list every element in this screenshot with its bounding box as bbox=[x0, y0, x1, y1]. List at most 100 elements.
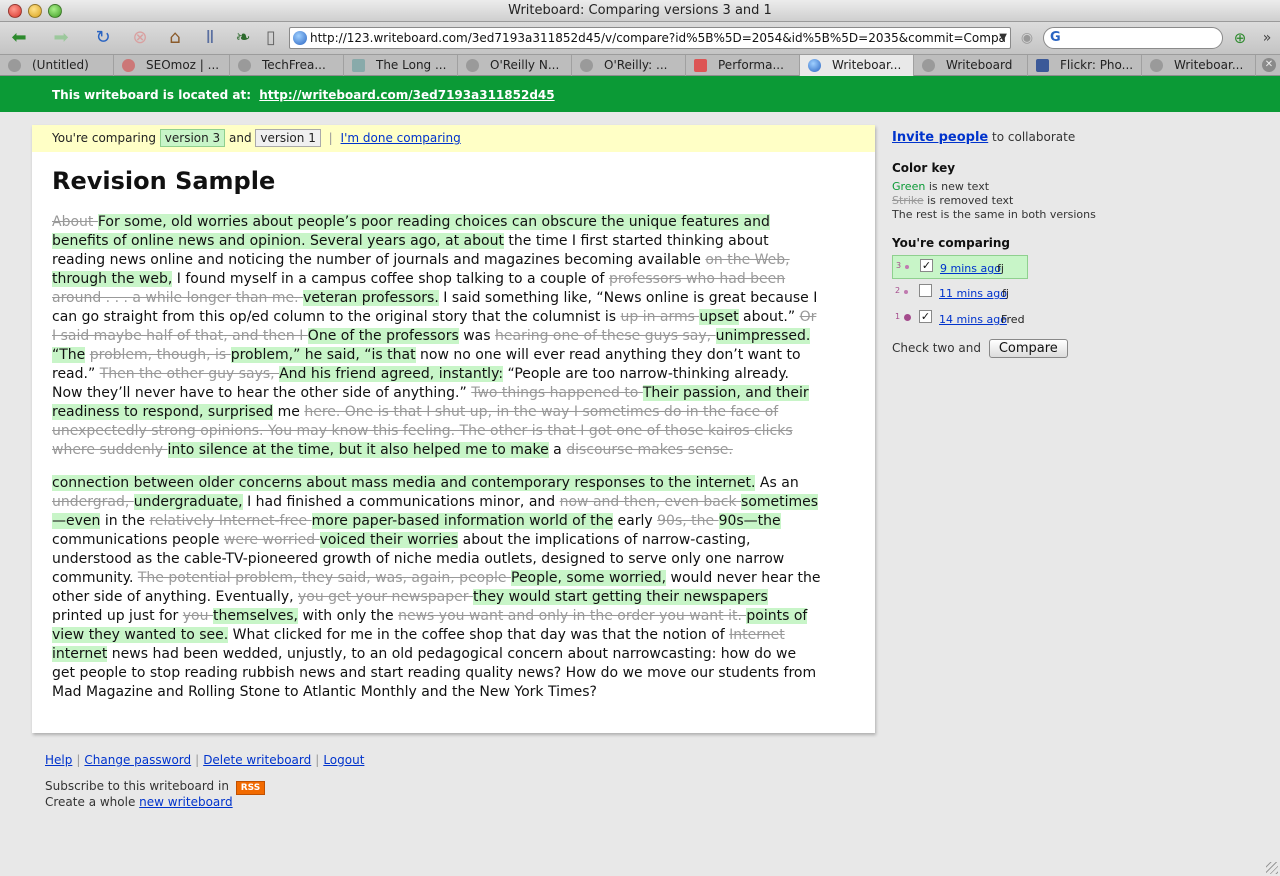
forward-arrow-icon[interactable]: ➡ bbox=[48, 26, 74, 50]
main-panel: You're comparing version 3 and version 1… bbox=[32, 125, 875, 733]
go-back-circle-icon[interactable]: ◉ bbox=[1014, 26, 1040, 50]
globe-icon bbox=[808, 59, 821, 72]
globe-icon bbox=[922, 59, 935, 72]
inserted-text: One of the professors bbox=[307, 328, 459, 344]
removed-text: Then the other guy says, bbox=[99, 366, 280, 382]
removed-text: problem, though, is bbox=[89, 347, 231, 363]
inserted-text: 90s—the bbox=[718, 513, 781, 529]
done-comparing-link[interactable]: I'm done comparing bbox=[341, 131, 461, 145]
removed-text: undergrad, bbox=[52, 494, 134, 510]
version-row: 1 ✓ 14 mins ago Fred bbox=[895, 310, 1025, 326]
removed-text: now and then, even back bbox=[559, 494, 742, 510]
color-key-same: The rest is the same in both versions bbox=[892, 208, 1096, 221]
tab-item[interactable]: O'Reilly N... bbox=[458, 55, 572, 76]
removed-text: relatively Internet-free bbox=[149, 513, 312, 529]
inserted-text: internet bbox=[52, 646, 108, 662]
google-icon[interactable]: G bbox=[1050, 30, 1061, 45]
invite-people-link[interactable]: Invite people bbox=[892, 130, 988, 145]
color-key-green: Green is new text bbox=[892, 180, 990, 193]
new-writeboard-link[interactable]: new writeboard bbox=[139, 795, 232, 809]
resize-grip-icon[interactable] bbox=[1266, 862, 1278, 874]
writeboard-url-link[interactable]: http://writeboard.com/3ed7193a311852d45 bbox=[259, 88, 554, 102]
search-input[interactable]: G bbox=[1043, 27, 1223, 49]
inserted-text: upset bbox=[699, 309, 739, 325]
version-old-badge: version 1 bbox=[255, 129, 321, 147]
unchanged-text: me bbox=[273, 404, 305, 420]
inserted-text: And his friend agreed, instantly: bbox=[279, 366, 504, 382]
removed-text: hearing one of these guys say, bbox=[495, 328, 716, 344]
inserted-text: veteran professors. bbox=[303, 290, 439, 306]
location-banner: This writeboard is located at: http://wr… bbox=[0, 76, 1280, 112]
change-password-link[interactable]: Change password bbox=[84, 753, 191, 767]
overflow-icon[interactable]: » bbox=[1254, 26, 1280, 50]
tab-item[interactable]: TechFrea... bbox=[230, 55, 344, 76]
removed-text: 90s, the bbox=[657, 513, 719, 529]
tab-item-active[interactable]: Writeboar... bbox=[800, 55, 914, 76]
version-time-link[interactable]: 9 mins ago bbox=[940, 262, 1001, 275]
invite-line: Invite people to collaborate bbox=[892, 130, 1076, 145]
home-icon[interactable]: ⌂ bbox=[162, 26, 188, 50]
facebook-icon bbox=[1036, 59, 1049, 72]
version-time-link[interactable]: 11 mins ago bbox=[939, 287, 1007, 300]
banner-text: This writeboard is located at: http://wr… bbox=[52, 88, 555, 102]
unchanged-text: was bbox=[458, 328, 496, 344]
chevron-down-icon[interactable]: ▼ bbox=[999, 28, 1007, 48]
compare-button[interactable]: Compare bbox=[988, 339, 1068, 358]
help-link[interactable]: Help bbox=[45, 753, 72, 767]
version-row: 2 11 mins ago fj bbox=[895, 284, 1009, 300]
image-icon bbox=[352, 59, 365, 72]
version-dot-icon bbox=[904, 314, 911, 321]
footer: Help | Change password | Delete writeboard | L… bbox=[45, 753, 364, 809]
stop-icon[interactable]: ⊗ bbox=[127, 26, 153, 50]
tab-item[interactable]: (Untitled) bbox=[0, 55, 114, 76]
removed-text: you bbox=[182, 608, 213, 624]
removed-text: you get your newspaper bbox=[298, 589, 473, 605]
version-new-badge: version 3 bbox=[159, 129, 226, 147]
tab-item[interactable]: The Long ... bbox=[344, 55, 458, 76]
logout-link[interactable]: Logout bbox=[323, 753, 364, 767]
browser-toolbar: ⬅ ➡ ↻ ⊗ ⌂ Ⅱ ❧ ▯ http://123.writeboard.co… bbox=[0, 22, 1280, 54]
tab-item[interactable]: Writeboar... bbox=[1142, 55, 1256, 76]
version-checkbox[interactable]: ✓ bbox=[920, 259, 933, 272]
color-key-heading: Color key bbox=[892, 161, 956, 175]
comparing-heading: You're comparing bbox=[892, 236, 1010, 250]
back-arrow-icon[interactable]: ⬅ bbox=[6, 26, 32, 50]
removed-text: news you want and only in the order you … bbox=[398, 608, 747, 624]
unchanged-text: about.” bbox=[738, 309, 800, 325]
tab-item[interactable]: Performa... bbox=[686, 55, 800, 76]
reload-icon[interactable]: ↻ bbox=[90, 26, 116, 50]
add-circle-icon[interactable]: ⊕ bbox=[1227, 26, 1253, 50]
compare-control: Check two and Compare bbox=[892, 339, 1262, 358]
delete-writeboard-link[interactable]: Delete writeboard bbox=[203, 753, 311, 767]
inserted-text: voiced their worries bbox=[319, 532, 459, 548]
removed-text: discourse makes sense. bbox=[566, 442, 733, 458]
document-title: Revision Sample bbox=[52, 167, 276, 195]
separator: | bbox=[328, 131, 333, 145]
inserted-text: into silence at the time, but it also he… bbox=[167, 442, 549, 458]
removed-text: Internet bbox=[729, 627, 785, 643]
sidebar: Invite people to collaborate Color key G… bbox=[892, 130, 1262, 358]
unchanged-text: As an bbox=[755, 475, 799, 491]
tab-item[interactable]: Flickr: Pho... bbox=[1028, 55, 1142, 76]
create-line: Create a whole new writeboard bbox=[45, 795, 233, 809]
version-time-link[interactable]: 14 mins ago bbox=[939, 313, 1007, 326]
leaf-icon[interactable]: ❧ bbox=[230, 26, 256, 50]
tab-item[interactable]: O'Reilly: ... bbox=[572, 55, 686, 76]
globe-icon bbox=[1150, 59, 1163, 72]
document-paragraph: About For some, old worries about people… bbox=[52, 213, 822, 460]
rss-icon[interactable]: RSS bbox=[235, 781, 266, 795]
version-user: Fred bbox=[1001, 313, 1025, 326]
tab-item[interactable]: SEOmoz | ... bbox=[114, 55, 230, 76]
page-icon[interactable]: ▯ bbox=[258, 26, 284, 50]
bookmarks-icon[interactable]: Ⅱ bbox=[197, 26, 223, 50]
document-body: About For some, old worries about people… bbox=[52, 213, 822, 716]
unchanged-text: a bbox=[548, 442, 567, 458]
version-checkbox[interactable] bbox=[919, 284, 932, 297]
globe-icon bbox=[8, 59, 21, 72]
version-checkbox[interactable]: ✓ bbox=[919, 310, 932, 323]
tab-item[interactable]: Writeboard bbox=[914, 55, 1028, 76]
close-tab-icon[interactable]: ✕ bbox=[1262, 58, 1276, 72]
unchanged-text: communications people bbox=[52, 532, 224, 548]
url-bar[interactable]: http://123.writeboard.com/3ed7193a311852… bbox=[289, 27, 1011, 49]
compare-bar: You're comparing version 3 and version 1… bbox=[32, 125, 875, 152]
